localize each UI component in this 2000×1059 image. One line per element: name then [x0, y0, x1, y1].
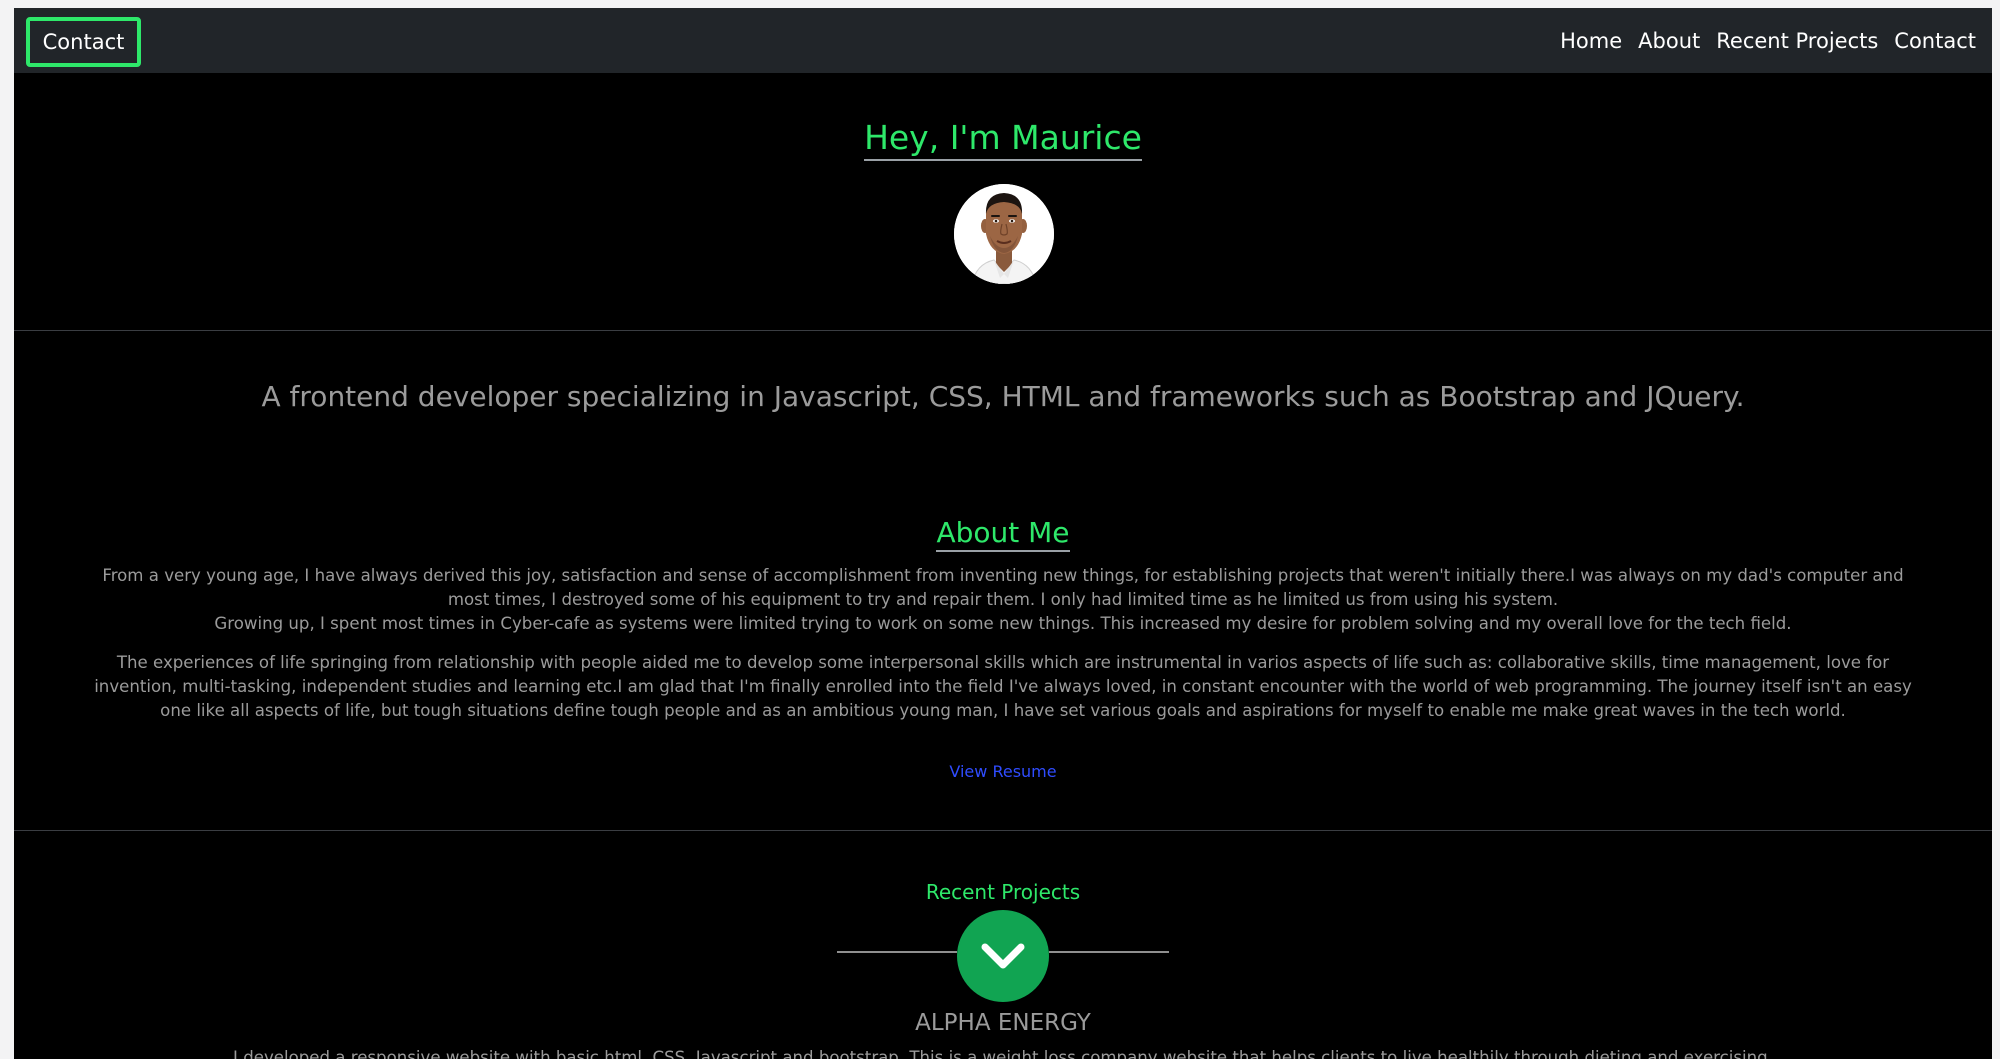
nav-link-contact[interactable]: Contact — [1894, 29, 1976, 53]
chevron-down-icon — [981, 943, 1025, 969]
about-text: From a very young age, I have always der… — [94, 564, 1912, 723]
about-paragraph-1b: Growing up, I spent most times in Cyber-… — [214, 614, 1792, 633]
hero-title-text: Hey, I'm Maurice — [864, 118, 1142, 161]
tagline: A frontend developer specializing in Jav… — [261, 380, 1745, 413]
about-paragraph-1: From a very young age, I have always der… — [102, 566, 1904, 609]
project-title: ALPHA ENERGY — [915, 1010, 1091, 1036]
avatar-illustration — [954, 184, 1054, 284]
projects-line-right — [1049, 951, 1169, 953]
nav-link-recent-projects[interactable]: Recent Projects — [1716, 29, 1878, 53]
resume-link-row: View Resume — [14, 762, 1992, 781]
navbar: Contact Home About Recent Projects Conta… — [14, 8, 1992, 73]
view-resume-link[interactable]: View Resume — [949, 762, 1056, 781]
project-description: I developed a responsive website with ba… — [233, 1048, 1773, 1059]
projects-heading: Recent Projects — [925, 880, 1081, 904]
about-paragraph-2: The experiences of life springing from r… — [94, 653, 1912, 720]
about-heading: About Me — [14, 516, 1992, 552]
section-divider — [14, 830, 1992, 831]
nav-link-about[interactable]: About — [1638, 29, 1700, 53]
about-title-text: About Me — [936, 516, 1070, 552]
projects-line-left — [837, 951, 957, 953]
nav-link-home[interactable]: Home — [1560, 29, 1622, 53]
hero-heading: Hey, I'm Maurice — [14, 118, 1992, 161]
section-divider — [14, 330, 1992, 331]
page-frame: Contact Home About Recent Projects Conta… — [14, 8, 1992, 1059]
nav-links: Home About Recent Projects Contact — [1560, 8, 1976, 73]
brand-contact-button[interactable]: Contact — [26, 17, 141, 67]
avatar — [954, 184, 1054, 284]
scroll-down-button[interactable] — [957, 910, 1049, 1002]
